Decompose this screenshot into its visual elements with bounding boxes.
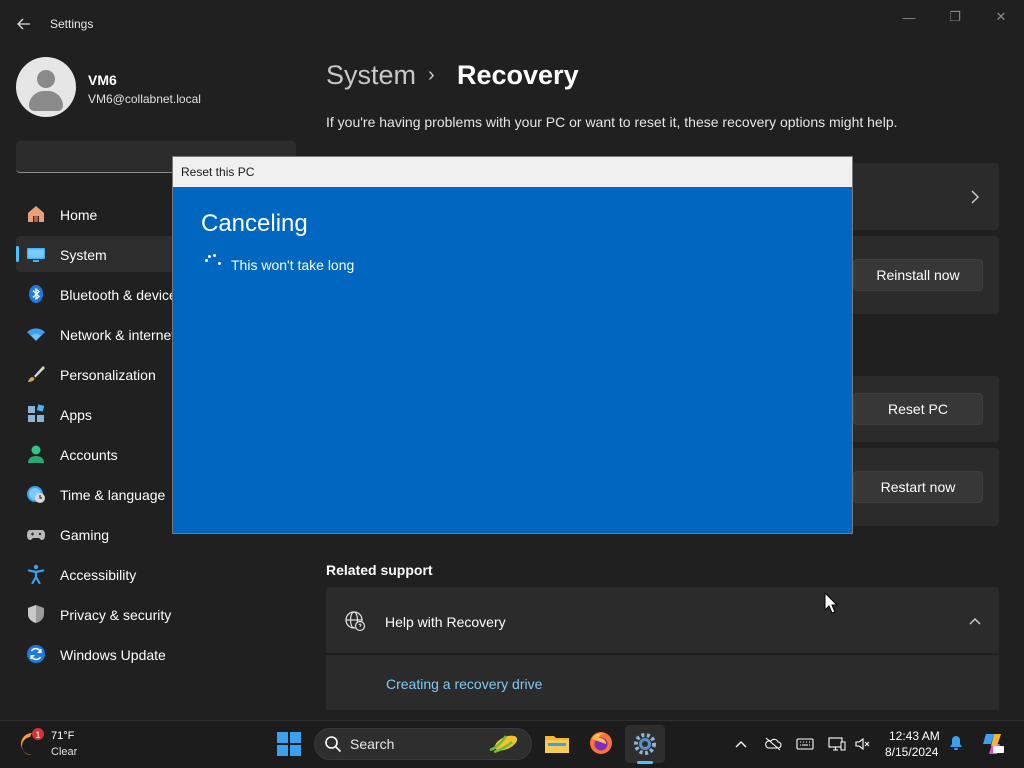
user-name: VM6: [88, 72, 117, 88]
selection-indicator: [16, 246, 19, 262]
help-with-recovery-label: Help with Recovery: [385, 614, 506, 630]
search-icon: [325, 736, 342, 753]
volume-muted-icon[interactable]: [854, 736, 872, 752]
close-icon: ✕: [995, 9, 1007, 24]
avatar-body: [29, 91, 63, 111]
avatar[interactable]: [16, 57, 76, 117]
clock-time[interactable]: 12:43 AM: [889, 729, 940, 743]
moon-icon: 1: [21, 728, 44, 756]
sidebar-item-label: Accounts: [60, 447, 118, 463]
settings-gear-icon: [634, 733, 656, 755]
dialog-title: Reset this PC: [181, 165, 255, 179]
avatar-head: [37, 70, 55, 88]
sidebar-item-label: Time & language: [60, 487, 166, 503]
sidebar-item-privacy-security[interactable]: Privacy & security: [16, 596, 296, 632]
file-explorer-icon[interactable]: [544, 730, 570, 756]
bluetooth-icon: [29, 285, 43, 303]
copilot-icon[interactable]: [980, 732, 1006, 756]
weather-temperature: 71°F: [51, 730, 75, 742]
globe-help-icon: [345, 611, 366, 632]
start-windows-icon[interactable]: [276, 731, 302, 757]
shield-icon: [28, 605, 44, 623]
close-button[interactable]: ✕: [978, 6, 1024, 28]
active-app-indicator: [637, 761, 653, 764]
accounts-icon: [28, 445, 44, 463]
mouse-cursor-icon: [824, 592, 838, 614]
brush-icon: [28, 366, 45, 382]
sidebar-item-label: Gaming: [60, 527, 110, 543]
dialog-body: Canceling This won't take long: [173, 187, 852, 533]
user-email: VM6@collabnet.local: [88, 92, 201, 106]
breadcrumb-separator-icon: ›: [428, 64, 435, 86]
sidebar-item-windows-update[interactable]: Windows Update: [16, 636, 296, 672]
corn-search-highlight-icon: [489, 735, 518, 754]
sidebar-item-label: System: [60, 247, 107, 263]
minimize-icon: —: [902, 9, 916, 25]
weather-widget[interactable]: 1: [18, 727, 46, 757]
network-icon: [27, 328, 45, 341]
creating-recovery-drive-link[interactable]: Creating a recovery drive: [386, 676, 542, 692]
network-display-icon[interactable]: [828, 736, 846, 752]
page-title: Recovery: [457, 60, 579, 90]
sidebar-item-label: Apps: [60, 407, 92, 423]
update-icon: [27, 645, 45, 663]
restart-now-button[interactable]: Restart now: [853, 471, 983, 503]
weather-badge: 1: [35, 730, 40, 740]
reset-pc-button[interactable]: Reset PC: [853, 393, 983, 425]
chevron-up-icon[interactable]: [968, 614, 982, 628]
notification-bell-icon[interactable]: [947, 735, 965, 751]
firefox-icon[interactable]: [588, 730, 614, 756]
clock-date[interactable]: 8/15/2024: [885, 745, 938, 759]
back-arrow-icon: [17, 18, 30, 30]
dialog-title-bar[interactable]: Reset this PC: [173, 157, 852, 187]
breadcrumb-parent[interactable]: System: [326, 60, 416, 91]
sidebar-item-label: Privacy & security: [60, 607, 172, 623]
related-support-heading: Related support: [326, 562, 433, 578]
onedrive-offline-icon[interactable]: [764, 736, 782, 752]
sidebar-item-label: Accessibility: [60, 567, 137, 583]
title-bar: Settings — ❐ ✕: [0, 0, 1024, 48]
page-description: If you're having problems with your PC o…: [326, 114, 898, 130]
keyboard-icon[interactable]: [796, 736, 814, 752]
gamepad-icon: [27, 530, 45, 540]
reset-this-pc-dialog: Reset this PC Canceling This won't take …: [172, 156, 853, 534]
accessibility-icon: [27, 564, 45, 584]
back-button[interactable]: [10, 10, 38, 38]
dialog-subtitle: This won't take long: [231, 257, 355, 273]
app-title: Settings: [50, 17, 94, 31]
maximize-icon: ❐: [949, 9, 961, 24]
loading-spinner-icon: [203, 253, 223, 267]
dialog-heading: Canceling: [201, 210, 308, 237]
sidebar-item-accessibility[interactable]: Accessibility: [16, 556, 296, 592]
system-icon: [27, 248, 45, 262]
chevron-right-icon: [971, 190, 979, 204]
apps-icon: [28, 404, 45, 422]
sidebar-item-label: Bluetooth & devices: [60, 287, 184, 303]
sidebar-item-label: Network & internet: [60, 327, 176, 343]
chevron-up-tray-icon[interactable]: [732, 736, 750, 752]
clock-globe-icon: [27, 486, 45, 503]
home-icon: [28, 206, 44, 222]
weather-condition: Clear: [51, 746, 78, 758]
sidebar-item-label: Personalization: [60, 367, 156, 383]
sidebar-item-label: Windows Update: [60, 647, 166, 663]
taskbar-search-label: Search: [350, 736, 395, 752]
maximize-button[interactable]: ❐: [932, 6, 978, 28]
reinstall-now-button[interactable]: Reinstall now: [853, 259, 983, 291]
sidebar-item-label: Home: [60, 207, 98, 223]
minimize-button[interactable]: —: [886, 6, 932, 28]
